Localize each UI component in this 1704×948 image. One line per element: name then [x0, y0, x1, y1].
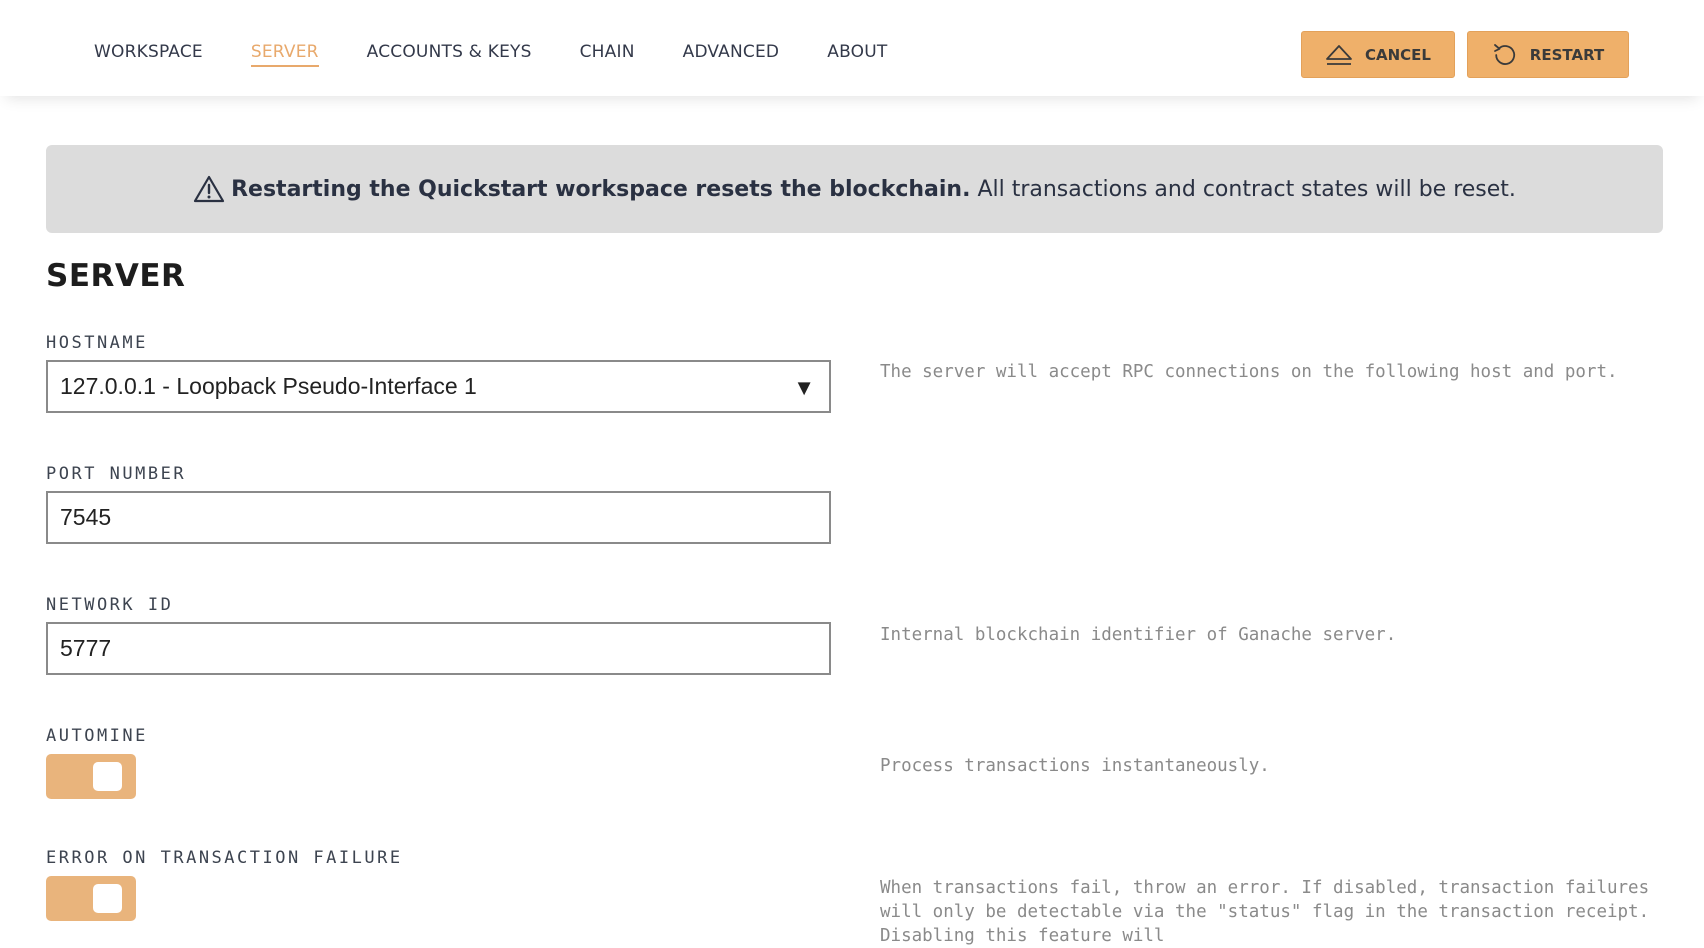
section-title: SERVER: [46, 258, 186, 294]
error-on-failure-label: ERROR ON TRANSACTION FAILURE: [46, 848, 403, 868]
restart-icon: [1493, 43, 1515, 65]
port-number-value: 7545: [60, 504, 112, 530]
hostname-select[interactable]: 127.0.0.1 - Loopback Pseudo-Interface 1 …: [46, 360, 831, 413]
automine-toggle[interactable]: [46, 754, 136, 799]
automine-label: AUTOMINE: [46, 726, 148, 746]
error-on-failure-toggle[interactable]: [46, 876, 136, 921]
restart-button-label: RESTART: [1529, 45, 1605, 64]
network-id-value: 5777: [60, 635, 112, 661]
tab-server[interactable]: SERVER: [250, 42, 319, 67]
banner-text: All transactions and contract states wil…: [977, 176, 1516, 202]
cancel-button[interactable]: CANCEL: [1301, 31, 1455, 78]
toggle-knob: [93, 762, 122, 791]
settings-tabs: WORKSPACE SERVER ACCOUNTS & KEYS CHAIN A…: [94, 42, 935, 67]
tab-advanced[interactable]: ADVANCED: [683, 42, 780, 67]
warning-icon: [193, 175, 225, 203]
automine-help: Process transactions instantaneously.: [880, 756, 1270, 776]
restart-button[interactable]: RESTART: [1467, 31, 1629, 78]
tab-chain[interactable]: CHAIN: [580, 42, 635, 67]
tab-accounts-keys[interactable]: ACCOUNTS & KEYS: [367, 42, 532, 67]
hostname-help: The server will accept RPC connections o…: [880, 362, 1618, 382]
error-on-failure-help: When transactions fail, throw an error. …: [880, 878, 1660, 946]
cancel-button-label: CANCEL: [1365, 45, 1431, 64]
toggle-knob: [93, 884, 122, 913]
banner-strong-text: Restarting the Quickstart workspace rese…: [231, 176, 971, 202]
restart-warning-banner: Restarting the Quickstart workspace rese…: [46, 145, 1663, 233]
dropdown-caret-icon: ▼: [793, 375, 815, 400]
top-nav-bar: WORKSPACE SERVER ACCOUNTS & KEYS CHAIN A…: [0, 0, 1704, 96]
port-number-label: PORT NUMBER: [46, 464, 187, 484]
tab-workspace[interactable]: WORKSPACE: [94, 42, 203, 67]
hostname-label: HOSTNAME: [46, 333, 148, 353]
port-number-input[interactable]: 7545: [46, 491, 831, 544]
network-id-input[interactable]: 5777: [46, 622, 831, 675]
network-id-help: Internal blockchain identifier of Ganach…: [880, 625, 1397, 645]
hostname-value: 127.0.0.1 - Loopback Pseudo-Interface 1: [60, 373, 477, 399]
eject-icon: [1326, 44, 1352, 65]
network-id-label: NETWORK ID: [46, 595, 174, 615]
tab-about[interactable]: ABOUT: [827, 42, 887, 67]
